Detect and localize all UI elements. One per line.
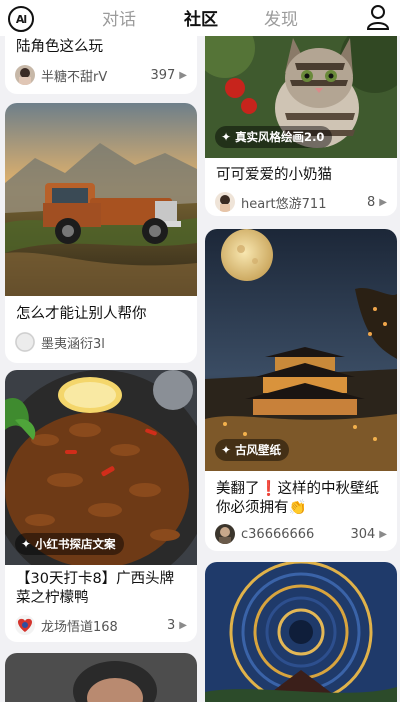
badge-label: 真实风格绘画2.0: [235, 130, 325, 144]
card-title: 美翻了❗这样的中秋壁纸你必须拥有👏: [216, 481, 380, 516]
card-meta: heart悠游711 8 ▶: [215, 192, 387, 212]
tab-community[interactable]: 社区: [184, 5, 218, 30]
badge-label: 古风壁纸: [235, 443, 282, 457]
card-title: 【30天打卡8】广西头牌菜之柠檬鸭: [16, 571, 175, 606]
tab-chat[interactable]: 对话: [102, 5, 136, 30]
author-name: 半糖不甜rV: [41, 69, 108, 85]
tab-discover[interactable]: 发现: [264, 5, 298, 30]
template-badge: ✦ 古风壁纸: [215, 439, 290, 461]
avatar: [15, 332, 35, 352]
play-count: 8: [367, 194, 376, 210]
card-meta: 龙场悟道168 3 ▶: [15, 615, 187, 635]
feed-card[interactable]: ✦ 真实风格绘画2.0 可可爱爱的小奶猫 heart悠游711 8 ▶: [205, 18, 397, 216]
play-icon: ▶: [179, 619, 187, 631]
person-icon[interactable]: [366, 4, 390, 30]
card-title: 怎么才能让别人帮你: [16, 306, 147, 322]
card-image: ✦ 古风壁纸: [205, 229, 397, 471]
avatar: [215, 524, 235, 544]
author-name: 墨夷涵衍3l: [41, 336, 105, 352]
card-image: ✦ 真实风格绘画2.0: [205, 18, 397, 158]
top-nav-bar: Al 对话 社区 发现: [0, 0, 400, 36]
badge-label: 小红书探店文案: [35, 537, 116, 551]
play-count: 3: [167, 617, 176, 633]
card-image: [5, 103, 197, 296]
card-meta: 墨夷涵衍3l: [15, 332, 187, 352]
template-badge: ✦ 真实风格绘画2.0: [215, 126, 333, 148]
app-root: Al 对话 社区 发现 陆角色这么玩 半糖不甜rV 397 ▶ 怎么才能让别人帮…: [0, 0, 400, 702]
feed-card[interactable]: [205, 562, 397, 702]
avatar: [15, 615, 35, 635]
feed-card[interactable]: ✦ 小红书探店文案 【30天打卡8】广西头牌菜之柠檬鸭 龙场悟道168 3 ▶: [5, 370, 197, 642]
feed-card[interactable]: [5, 653, 197, 702]
play-count: 304: [350, 526, 376, 542]
card-meta: 半糖不甜rV 397 ▶: [15, 65, 187, 85]
card-title: 可可爱爱的小奶猫: [216, 167, 332, 183]
feed-card[interactable]: ✦ 古风壁纸 美翻了❗这样的中秋壁纸你必须拥有👏 c36666666 304 ▶: [205, 229, 397, 551]
play-icon: ▶: [379, 528, 387, 540]
template-badge: ✦ 小红书探店文案: [15, 533, 124, 555]
play-icon: ▶: [179, 69, 187, 81]
card-title: 陆角色这么玩: [16, 39, 103, 55]
play-icon: ▶: [379, 196, 387, 208]
card-image: ✦ 小红书探店文案: [5, 370, 197, 565]
sparkle-icon: ✦: [21, 537, 32, 551]
author-name: heart悠游711: [241, 196, 327, 212]
sparkle-icon: ✦: [221, 130, 232, 144]
card-meta: c36666666 304 ▶: [215, 524, 387, 544]
card-image: [5, 653, 197, 702]
card-image: [205, 562, 397, 702]
feed-card[interactable]: 怎么才能让别人帮你 墨夷涵衍3l: [5, 103, 197, 363]
avatar: [215, 192, 235, 212]
play-count: 397: [150, 67, 176, 83]
author-name: c36666666: [241, 526, 315, 542]
avatar: [15, 65, 35, 85]
sparkle-icon: ✦: [221, 443, 232, 457]
author-name: 龙场悟道168: [41, 619, 118, 635]
ai-logo-icon[interactable]: Al: [8, 6, 34, 32]
